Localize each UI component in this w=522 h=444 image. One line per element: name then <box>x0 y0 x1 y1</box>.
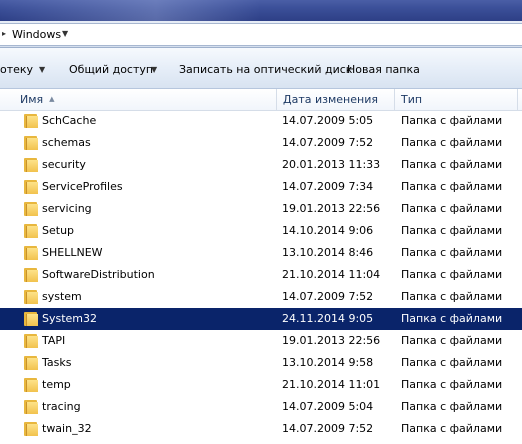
file-name: SoftwareDistribution <box>42 268 155 281</box>
file-type: Папка с файлами <box>401 136 503 149</box>
file-type: Папка с файлами <box>401 378 503 391</box>
folder-icon <box>24 136 38 150</box>
address-box[interactable]: ▸ Windows ▼ <box>0 23 522 46</box>
file-date: 14.07.2009 7:34 <box>282 180 374 193</box>
file-type: Папка с файлами <box>401 334 503 347</box>
column-name-header[interactable]: Имя ▲ <box>14 89 276 110</box>
file-date: 21.10.2014 11:01 <box>282 378 381 391</box>
breadcrumb-separator-icon[interactable]: ▸ <box>2 29 6 38</box>
library-button[interactable]: отеку <box>0 63 33 76</box>
file-name: System32 <box>42 312 98 325</box>
library-chevron-down-icon[interactable]: ▼ <box>39 65 45 74</box>
folder-icon <box>24 400 38 414</box>
file-row[interactable]: twain_32 14.07.2009 7:52 Папка с файлами <box>0 418 522 440</box>
file-date: 14.07.2009 5:05 <box>282 114 374 127</box>
folder-icon <box>24 378 38 392</box>
file-date: 24.11.2014 9:05 <box>282 312 374 325</box>
file-row[interactable]: System32 24.11.2014 9:05 Папка с файлами <box>0 308 522 330</box>
file-row[interactable]: SoftwareDistribution 21.10.2014 11:04 Папк… <box>0 264 522 286</box>
folder-icon <box>24 422 38 436</box>
folder-icon <box>24 246 38 260</box>
file-row[interactable]: SHELLNEW 13.10.2014 8:46 Папка с файлами <box>0 242 522 264</box>
share-chevron-down-icon[interactable]: ▼ <box>151 65 157 74</box>
file-row[interactable]: TAPI 19.01.2013 22:56 Папка с файлами <box>0 330 522 352</box>
file-date: 20.01.2013 11:33 <box>282 158 381 171</box>
file-row[interactable]: SchCache 14.07.2009 5:05 Папка с файлами <box>0 110 522 132</box>
file-type: Папка с файлами <box>401 114 503 127</box>
file-type: Папка с файлами <box>401 290 503 303</box>
sort-ascending-icon: ▲ <box>49 95 55 103</box>
file-name: tracing <box>42 400 81 413</box>
address-bar: ▸ Windows ▼ <box>0 21 522 48</box>
window-title-bar <box>0 0 522 21</box>
file-type: Папка с файлами <box>401 400 503 413</box>
file-type: Папка с файлами <box>401 202 503 215</box>
file-name: SHELLNEW <box>42 246 103 259</box>
file-date: 14.07.2009 7:52 <box>282 136 374 149</box>
file-name: TAPI <box>42 334 66 347</box>
file-date: 19.01.2013 22:56 <box>282 334 381 347</box>
file-row[interactable]: Setup 14.10.2014 9:06 Папка с файлами <box>0 220 522 242</box>
folder-icon <box>24 334 38 348</box>
column-type-label: Тип <box>401 93 423 106</box>
file-row[interactable]: security 20.01.2013 11:33 Папка с файлами <box>0 154 522 176</box>
file-name: servicing <box>42 202 92 215</box>
file-date: 14.07.2009 5:04 <box>282 400 374 413</box>
command-toolbar: отеку ▼ Общий доступ ▼ Записать на оптич… <box>0 48 522 89</box>
folder-icon <box>24 224 38 238</box>
file-date: 14.10.2014 9:06 <box>282 224 374 237</box>
title-bar-glow <box>0 0 260 21</box>
file-date: 13.10.2014 9:58 <box>282 356 374 369</box>
file-type: Папка с файлами <box>401 224 503 237</box>
column-date-label: Дата изменения <box>283 93 378 106</box>
file-type: Папка с файлами <box>401 312 503 325</box>
file-name: twain_32 <box>42 422 92 435</box>
file-name: system <box>42 290 82 303</box>
folder-icon <box>24 114 38 128</box>
file-type: Папка с файлами <box>401 158 503 171</box>
breadcrumb-windows[interactable]: Windows <box>12 28 61 41</box>
folder-icon <box>24 312 38 326</box>
folder-icon <box>24 268 38 282</box>
file-row[interactable]: schemas 14.07.2009 7:52 Папка с файлами <box>0 132 522 154</box>
folder-icon <box>24 356 38 370</box>
file-name: Setup <box>42 224 75 237</box>
column-name-label: Имя <box>20 93 44 106</box>
file-list: SchCache 14.07.2009 5:05 Папка с файлами sc… <box>0 110 522 440</box>
folder-icon <box>24 180 38 194</box>
file-name: SchCache <box>42 114 97 127</box>
file-date: 14.07.2009 7:52 <box>282 290 374 303</box>
file-name: ServiceProfiles <box>42 180 123 193</box>
file-row[interactable]: servicing 19.01.2013 22:56 Папка с файлами <box>0 198 522 220</box>
file-row[interactable]: tracing 14.07.2009 5:04 Папка с файлами <box>0 396 522 418</box>
column-divider[interactable] <box>517 89 518 110</box>
file-date: 14.07.2009 7:52 <box>282 422 374 435</box>
share-button[interactable]: Общий доступ <box>69 63 153 76</box>
file-type: Папка с файлами <box>401 422 503 435</box>
new-folder-button[interactable]: Новая папка <box>347 63 420 76</box>
column-header: Имя ▲ Дата изменения Тип <box>0 89 522 111</box>
file-date: 19.01.2013 22:56 <box>282 202 381 215</box>
file-row[interactable]: temp 21.10.2014 11:01 Папка с файлами <box>0 374 522 396</box>
file-row[interactable]: system 14.07.2009 7:52 Папка с файлами <box>0 286 522 308</box>
file-type: Папка с файлами <box>401 246 503 259</box>
folder-icon <box>24 290 38 304</box>
file-name: schemas <box>42 136 91 149</box>
file-name: Tasks <box>42 356 72 369</box>
file-date: 13.10.2014 8:46 <box>282 246 374 259</box>
column-date-header[interactable]: Дата изменения <box>277 89 394 110</box>
folder-icon <box>24 202 38 216</box>
file-name: security <box>42 158 86 171</box>
folder-icon <box>24 158 38 172</box>
file-name: temp <box>42 378 71 391</box>
file-row[interactable]: ServiceProfiles 14.07.2009 7:34 Папка с фа… <box>0 176 522 198</box>
breadcrumb-chevron-down-icon[interactable]: ▼ <box>62 29 68 38</box>
file-type: Папка с файлами <box>401 356 503 369</box>
file-row[interactable]: Tasks 13.10.2014 9:58 Папка с файлами <box>0 352 522 374</box>
file-date: 21.10.2014 11:04 <box>282 268 381 281</box>
file-type: Папка с файлами <box>401 180 503 193</box>
burn-disc-button[interactable]: Записать на оптический диск <box>179 63 352 76</box>
column-type-header[interactable]: Тип <box>395 89 518 110</box>
file-type: Папка с файлами <box>401 268 503 281</box>
